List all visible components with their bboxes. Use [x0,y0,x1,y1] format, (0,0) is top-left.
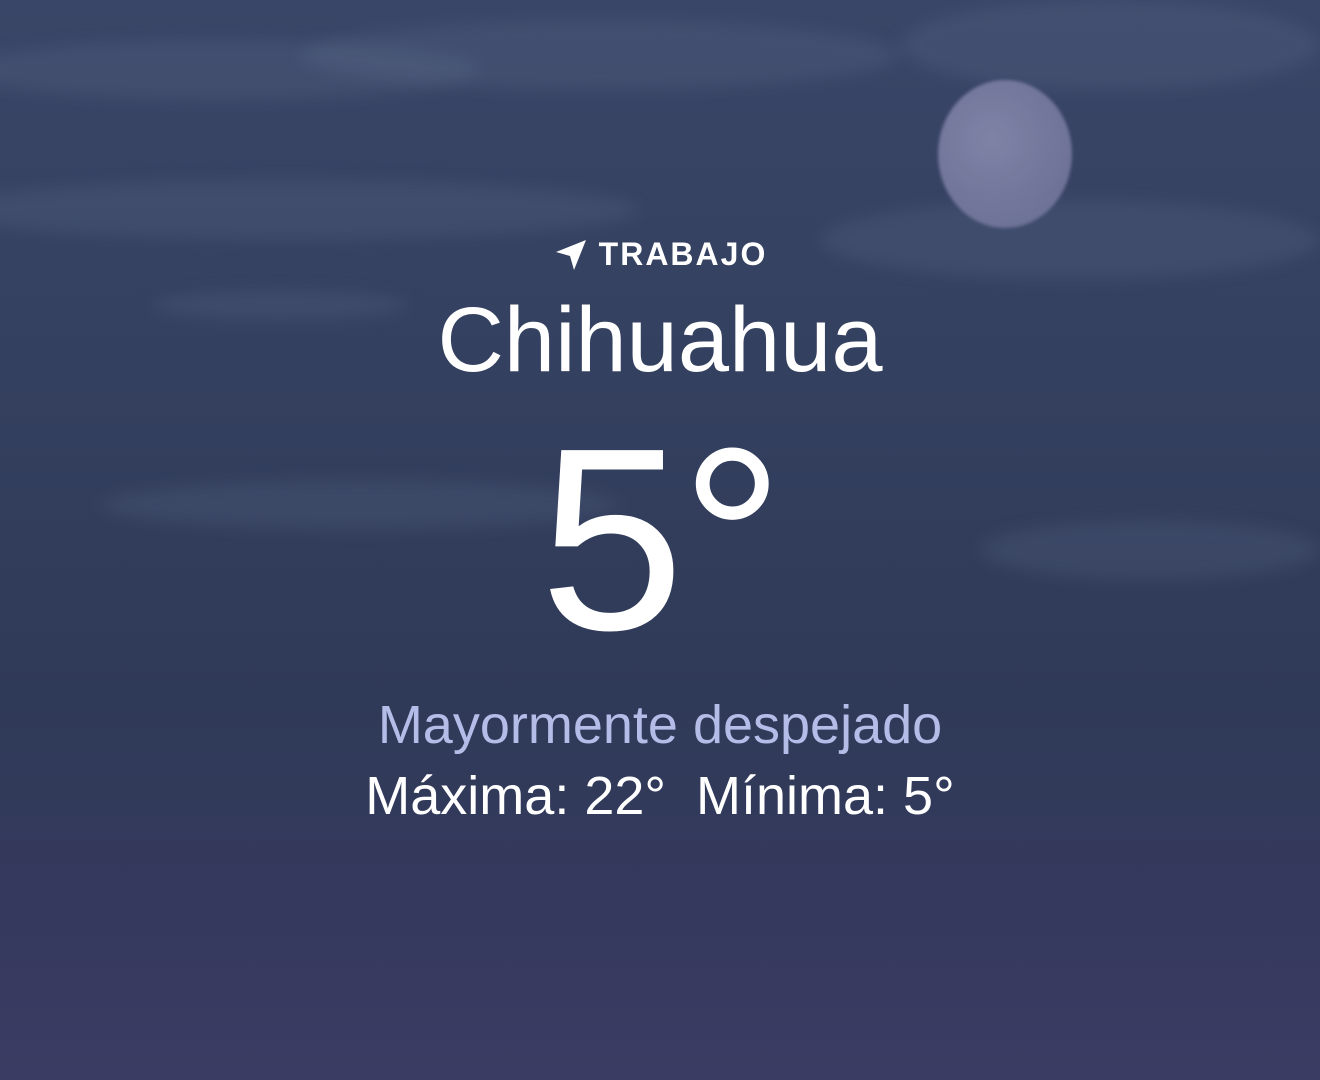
low-temperature: Mínima: 5° [696,766,955,826]
current-temperature: 5° [539,395,785,685]
high-temperature: Máxima: 22° [365,766,666,826]
weather-header: TRABAJO Chihuahua 5° Mayormente despejad… [0,0,1320,1080]
location-label-row[interactable]: TRABAJO [0,236,1320,273]
location-arrow-icon [553,237,589,273]
city-name[interactable]: Chihuahua [0,290,1320,390]
weather-condition: Mayormente despejado [377,695,943,755]
location-label: TRABAJO [598,236,768,272]
high-low-temperatures: Máxima: 22° Mínima: 5° [0,764,1320,828]
